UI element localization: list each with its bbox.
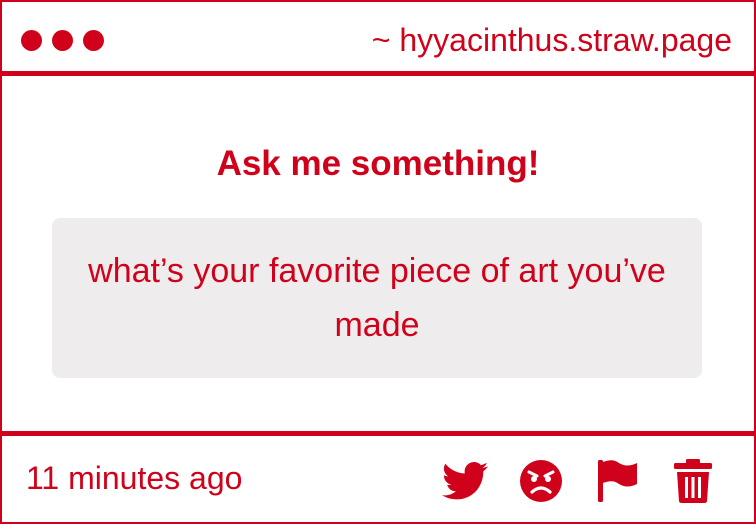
angry-face-icon [520,460,562,502]
question-text: what’s your favorite piece of art you’ve… [88,252,666,344]
window-controls [21,30,104,51]
flag-icon [598,460,637,502]
question-box: what’s your favorite piece of art you’ve… [52,218,702,378]
title-bar: ~ hyyacinthus.straw.page [2,2,754,76]
window-dot-2[interactable] [52,30,73,51]
window-dot-3[interactable] [83,30,104,51]
window-dot-1[interactable] [21,30,42,51]
card-footer: 11 minutes ago [2,431,754,524]
trash-icon [674,459,712,503]
delete-button[interactable] [670,458,716,504]
timestamp: 11 minutes ago [26,460,243,496]
react-angry-button[interactable] [518,458,564,504]
page-title: Ask me something! [216,144,540,183]
app-window: ~ hyyacinthus.straw.page Ask me somethin… [0,0,756,524]
report-button[interactable] [594,458,640,504]
action-bar [442,458,716,504]
page-url: ~ hyyacinthus.straw.page [371,22,732,58]
share-twitter-button[interactable] [442,458,488,504]
twitter-icon [442,462,488,500]
